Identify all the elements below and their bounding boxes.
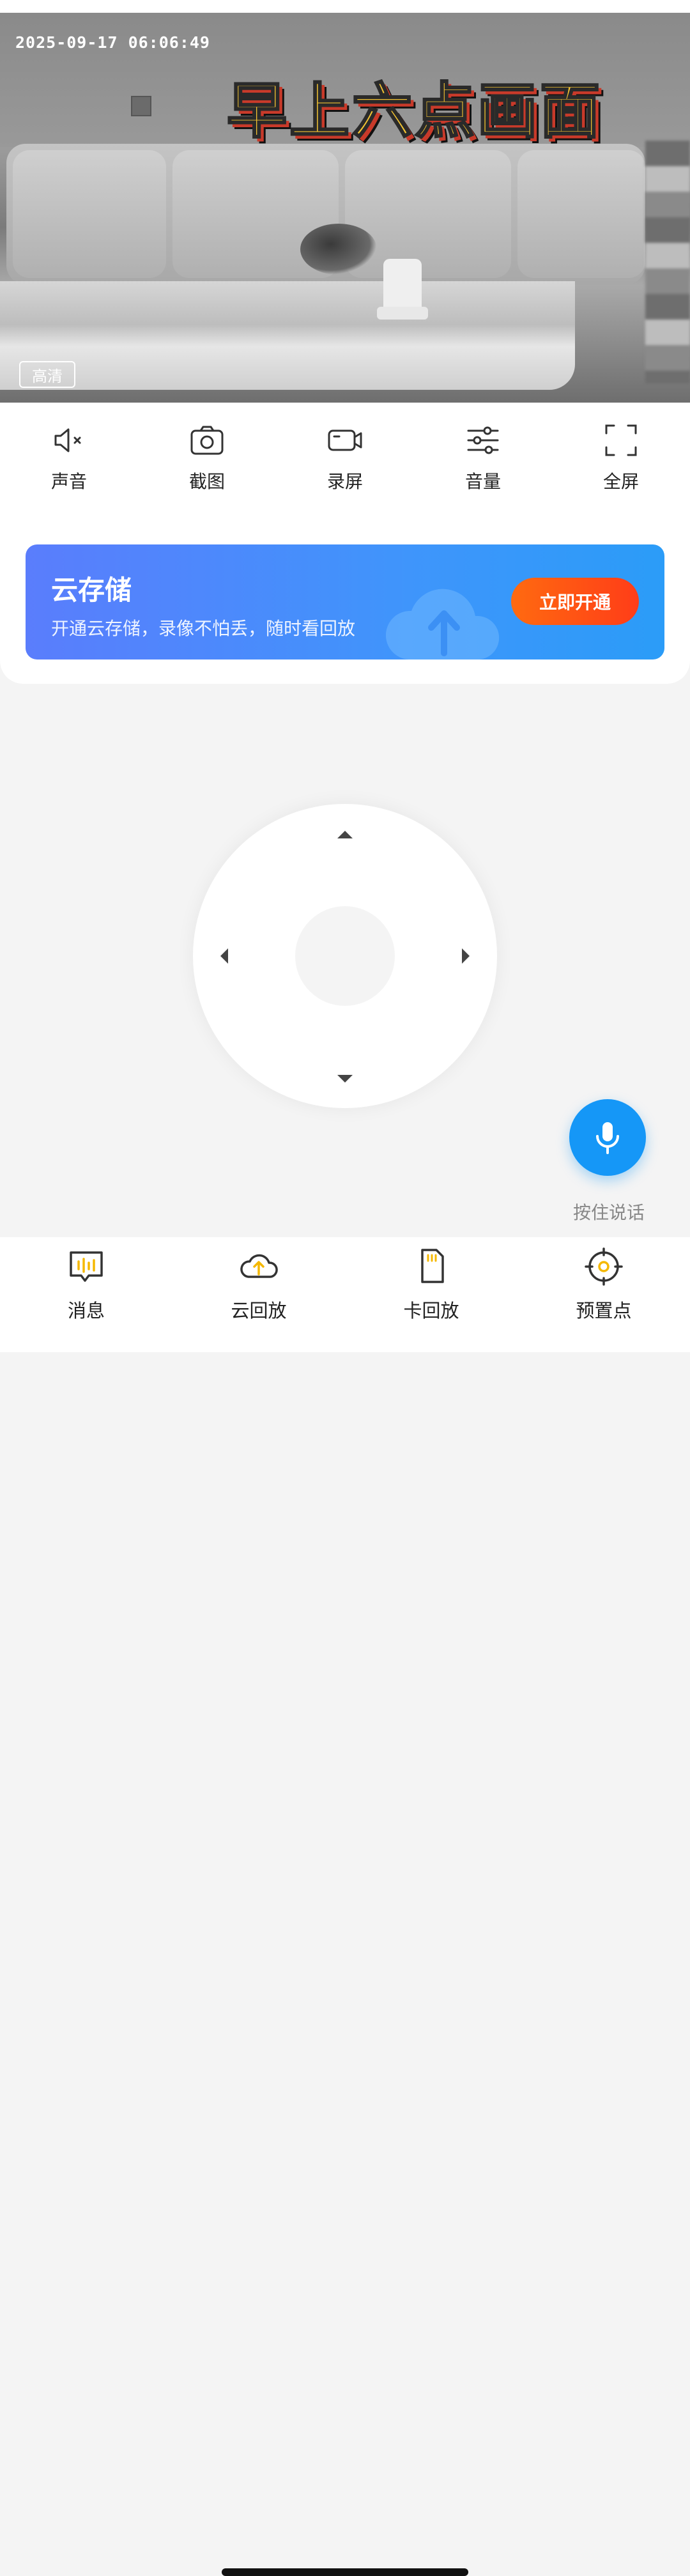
sound-button[interactable]: 声音 <box>12 422 126 498</box>
cloud-upload-decoration-icon <box>385 589 500 659</box>
pixelated-region <box>645 141 690 383</box>
nav-presets-label: 预置点 <box>576 1300 632 1322</box>
record-button[interactable]: 录屏 <box>288 422 402 498</box>
nav-messages-label: 消息 <box>67 1300 105 1322</box>
camera-live-view[interactable]: 2025-09-17 06:06:49 早上六点画面 高清 <box>0 13 690 403</box>
pan-up-icon[interactable] <box>337 831 353 838</box>
volume-label: 音量 <box>464 471 501 492</box>
pan-left-icon[interactable] <box>220 948 228 964</box>
fullscreen-label: 全屏 <box>602 471 639 492</box>
nav-cloud-playback[interactable]: 云回放 <box>172 1246 345 1323</box>
cloud-storage-banner[interactable]: 云存储 开通云存储，录像不怕丢，随时看回放 立即开通 <box>26 544 664 659</box>
video-timestamp: 2025-09-17 06:06:49 <box>15 33 210 52</box>
nav-card-playback-label: 卡回放 <box>403 1300 459 1322</box>
target-icon <box>585 1247 623 1286</box>
video-record-icon <box>328 429 362 451</box>
sd-card-icon <box>421 1249 444 1283</box>
cloud-storage-subtitle: 开通云存储，录像不怕丢，随时看回放 <box>51 618 356 639</box>
home-indicator <box>222 2568 468 2576</box>
activate-cloud-button[interactable]: 立即开通 <box>511 578 639 625</box>
video-caption: 早上六点画面 <box>226 76 603 148</box>
pan-down-icon[interactable] <box>337 1075 353 1083</box>
sliders-icon <box>467 426 499 454</box>
status-strip <box>0 0 690 13</box>
cloud-storage-title: 云存储 <box>51 575 132 606</box>
bottom-nav: 消息 云回放 卡回放 预置点 <box>0 1237 690 2576</box>
nav-card-playback[interactable]: 卡回放 <box>345 1246 518 1323</box>
cat <box>300 224 377 275</box>
toolbar: 声音 截图 录屏 音量 全屏 <box>0 422 690 498</box>
quality-badge[interactable]: 高清 <box>19 361 75 388</box>
record-label: 录屏 <box>326 471 363 492</box>
nav-presets[interactable]: 预置点 <box>518 1246 690 1323</box>
push-to-talk-button[interactable] <box>569 1099 646 1176</box>
speaker-muted-icon <box>54 428 81 452</box>
screenshot-label: 截图 <box>188 471 225 492</box>
camera-icon <box>190 426 224 455</box>
nav-messages[interactable]: 消息 <box>0 1246 172 1323</box>
cloud-upload-icon <box>240 1254 278 1278</box>
fullscreen-icon <box>605 424 637 456</box>
screenshot-button[interactable]: 截图 <box>150 422 264 498</box>
sound-label: 声音 <box>50 471 87 492</box>
coffee-table <box>0 281 575 390</box>
nav-cloud-playback-label: 云回放 <box>231 1300 287 1322</box>
fullscreen-button[interactable]: 全屏 <box>564 422 678 498</box>
ptz-center[interactable] <box>295 906 395 1006</box>
message-icon <box>70 1251 103 1282</box>
push-to-talk-label: 按住说话 <box>572 1202 645 1223</box>
ptz-direction-pad[interactable] <box>193 804 497 1108</box>
control-panel: 声音 截图 录屏 音量 全屏 云存储 开通云存储，录像不怕丢，随时看回放 立即开… <box>0 403 690 684</box>
volume-button[interactable]: 音量 <box>425 422 540 498</box>
pan-right-icon[interactable] <box>462 948 470 964</box>
wall-switch <box>131 96 151 116</box>
microphone-icon <box>596 1122 619 1154</box>
